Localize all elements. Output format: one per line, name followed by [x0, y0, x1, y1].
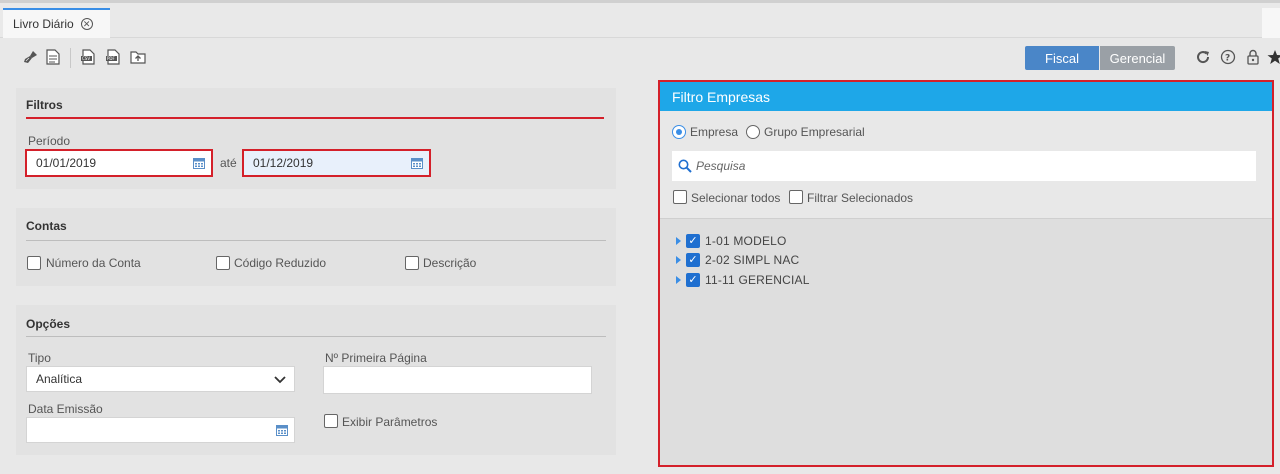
primeira-pagina-input[interactable]: [323, 366, 592, 394]
selecionar-todos-label: Selecionar todos: [691, 191, 781, 205]
codigo-reduzido-label: Código Reduzido: [234, 256, 327, 270]
tree-item-checkbox[interactable]: ✓: [686, 273, 700, 287]
periodo-label: Período: [28, 134, 71, 148]
numero-conta-checkbox[interactable]: [27, 256, 41, 270]
exibir-parametros-label: Exibir Parâmetros: [342, 415, 438, 429]
empresa-radio[interactable]: [672, 125, 686, 139]
tree-item-label: 11-11 GERENCIAL: [705, 273, 810, 287]
contas-rule: [26, 240, 606, 241]
date-to-input[interactable]: 01/12/2019: [242, 149, 431, 177]
filtrar-selecionados-checkbox[interactable]: [789, 190, 803, 204]
search-input[interactable]: Pesquisa: [672, 151, 1256, 181]
numero-conta-label: Número da Conta: [46, 256, 141, 270]
date-from-input[interactable]: 01/01/2019: [25, 149, 213, 177]
filtros-title: Filtros: [26, 98, 63, 112]
filtrar-selecionados-label: Filtrar Selecionados: [807, 191, 914, 205]
selecionar-todos-checkbox[interactable]: [673, 190, 687, 204]
expand-arrow-icon[interactable]: [676, 237, 681, 245]
tab-bar: Livro Diário ✕: [0, 0, 1280, 38]
data-emissao-label: Data Emissão: [28, 402, 103, 416]
segment-fiscal[interactable]: Fiscal: [1025, 46, 1099, 70]
opcoes-title: Opções: [26, 317, 71, 331]
filtro-empresas-panel: Filtro Empresas Empresa Grupo Empresaria…: [658, 80, 1274, 467]
svg-text:PDF: PDF: [107, 56, 115, 61]
descricao-checkbox[interactable]: [405, 256, 419, 270]
tree-item[interactable]: ✓ 2-02 SIMPL NAC: [676, 251, 799, 269]
tree-item-checkbox[interactable]: ✓: [686, 253, 700, 267]
grupo-empresarial-radio[interactable]: [746, 125, 760, 139]
tree-item-checkbox[interactable]: ✓: [686, 234, 700, 248]
data-emissao-input[interactable]: [26, 417, 295, 443]
calendar-icon[interactable]: [411, 157, 423, 169]
star-icon[interactable]: [1266, 48, 1280, 66]
filtros-panel: Filtros Período 01/01/2019 até 01/12/201…: [16, 88, 616, 189]
tipo-value: Analítica: [36, 372, 83, 386]
grupo-empresarial-radio-label: Grupo Empresarial: [764, 125, 865, 139]
csv-export-icon[interactable]: CSV: [79, 48, 97, 66]
descricao-label: Descrição: [423, 256, 477, 270]
segment-gerencial[interactable]: Gerencial: [1100, 46, 1175, 70]
help-icon[interactable]: ?: [1219, 48, 1237, 66]
opcoes-rule: [26, 336, 606, 337]
toolbar-separator: [70, 48, 71, 68]
search-icon: [678, 159, 692, 173]
chevron-down-icon: [274, 376, 286, 384]
contas-panel: Contas Número da Conta Código Reduzido D…: [16, 208, 616, 286]
tree-item[interactable]: ✓ 11-11 GERENCIAL: [676, 271, 810, 289]
pdf-export-icon[interactable]: PDF: [104, 48, 122, 66]
expand-arrow-icon[interactable]: [676, 276, 681, 284]
document-icon[interactable]: [44, 48, 62, 66]
svg-text:CSV: CSV: [82, 56, 90, 61]
date-to-value: 01/12/2019: [253, 156, 314, 170]
tree-item[interactable]: ✓ 1-01 MODELO: [676, 232, 787, 250]
calendar-icon[interactable]: [276, 424, 288, 436]
codigo-reduzido-checkbox[interactable]: [216, 256, 230, 270]
tab-bar-edge: [1262, 8, 1280, 38]
date-from-value: 01/01/2019: [36, 156, 97, 170]
upload-folder-icon[interactable]: [129, 48, 147, 66]
toolbar: CSV PDF Fiscal Gerencial ?: [16, 40, 1280, 76]
tree-item-label: 2-02 SIMPL NAC: [705, 253, 800, 267]
calendar-icon[interactable]: [193, 157, 205, 169]
expand-arrow-icon[interactable]: [676, 256, 681, 264]
top-line: [0, 0, 1280, 3]
lock-icon[interactable]: [1244, 48, 1262, 66]
filtro-empresas-header: Filtro Empresas: [660, 82, 1272, 111]
broom-icon[interactable]: [22, 48, 40, 66]
primeira-pagina-label: Nº Primeira Página: [325, 351, 427, 365]
svg-text:?: ?: [1225, 54, 1230, 64]
empresa-radio-label: Empresa: [690, 125, 739, 139]
close-circle-icon[interactable]: ✕: [80, 18, 93, 30]
tab-title: Livro Diário: [13, 17, 74, 31]
tree-item-label: 1-01 MODELO: [705, 234, 787, 248]
exibir-parametros-checkbox[interactable]: [324, 414, 338, 428]
search-placeholder: Pesquisa: [696, 159, 746, 173]
filtros-title-underline: [26, 117, 604, 119]
tab-livro-diario[interactable]: Livro Diário ✕: [3, 8, 110, 38]
contas-title: Contas: [26, 219, 67, 233]
tipo-label: Tipo: [28, 351, 51, 365]
opcoes-panel: Opções Tipo Analítica Nº Primeira Página…: [16, 305, 616, 455]
refresh-icon[interactable]: [1194, 48, 1212, 66]
filtro-empresas-controls: Empresa Grupo Empresarial Pesquisa Selec…: [660, 111, 1272, 219]
ate-label: até: [220, 156, 237, 170]
tipo-select[interactable]: Analítica: [26, 366, 295, 392]
